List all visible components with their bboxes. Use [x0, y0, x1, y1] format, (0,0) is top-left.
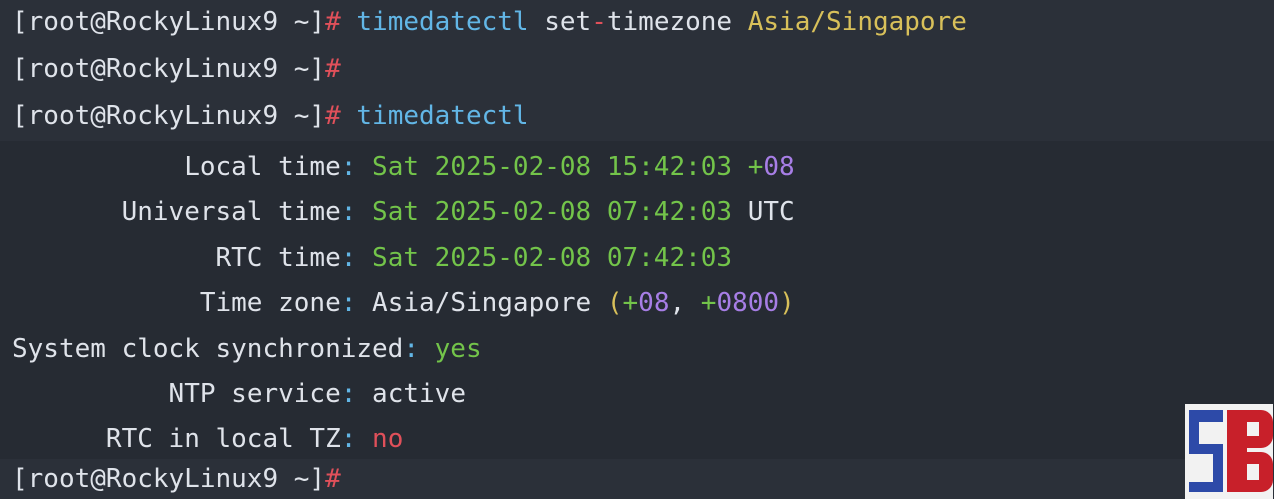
- field-date: Sat 2025-02-08 07:42:03: [372, 197, 733, 227]
- output-time-zone: Time zone: Asia/Singapore (+08, +0800): [12, 283, 795, 323]
- output-universal-time: Universal time: Sat 2025-02-08 07:42:03 …: [12, 192, 795, 232]
- field-label: System clock synchronized: [12, 334, 404, 364]
- field-colon: :: [340, 197, 357, 227]
- command-line-2: [root@RockyLinux9 ~]#: [12, 49, 341, 89]
- offset-number: 08: [638, 288, 670, 318]
- field-colon: :: [340, 379, 357, 409]
- output-clock-synchronized: System clock synchronized: yes: [12, 329, 482, 369]
- command-name: timedatectl: [356, 101, 529, 131]
- paren-close: ): [779, 288, 795, 318]
- output-local-time: Local time: Sat 2025-02-08 15:42:03 +08: [12, 147, 795, 187]
- field-colon: :: [340, 243, 357, 273]
- shell-prompt: [root@RockyLinux9 ~]: [12, 101, 326, 131]
- field-value: no: [372, 424, 404, 454]
- field-label: RTC time: [215, 243, 341, 273]
- field-label: RTC in local TZ: [105, 424, 341, 454]
- field-colon: :: [340, 288, 357, 318]
- field-number: 08: [763, 152, 795, 182]
- output-rtc-local-tz: RTC in local TZ: no: [12, 419, 403, 459]
- command-line-1: [root@RockyLinux9 ~]# timedatectl set-ti…: [12, 2, 967, 42]
- output-ntp-service: NTP service: active: [12, 374, 466, 414]
- paren-open: (: [606, 288, 623, 318]
- field-colon: :: [403, 334, 419, 364]
- shell-prompt: [root@RockyLinux9 ~]: [12, 464, 326, 494]
- terminal-window[interactable]: [root@RockyLinux9 ~]# timedatectl set-ti…: [0, 0, 1274, 499]
- field-zone: Asia/Singapore: [372, 288, 592, 318]
- command-line-current[interactable]: [root@RockyLinux9 ~]#: [12, 459, 341, 499]
- prompt-hash: #: [325, 54, 341, 84]
- field-label: Local time: [184, 152, 341, 182]
- offset-number: 0800: [716, 288, 780, 318]
- output-rtc-time: RTC time: Sat 2025-02-08 07:42:03: [12, 238, 733, 278]
- field-value: yes: [434, 334, 482, 364]
- watermark-logo-icon: [1185, 404, 1273, 499]
- offset-sign: +: [700, 288, 717, 318]
- field-date: Sat 2025-02-08 07:42:03: [372, 243, 733, 273]
- prompt-hash: #: [325, 464, 341, 494]
- subcommand-set: set: [544, 7, 592, 37]
- shell-prompt: [root@RockyLinux9 ~]: [12, 7, 326, 37]
- command-line-3: [root@RockyLinux9 ~]# timedatectl: [12, 96, 529, 136]
- field-label: NTP service: [168, 379, 341, 409]
- field-label: Universal time: [121, 197, 341, 227]
- field-value: active: [372, 379, 466, 409]
- offset-sign: +: [622, 288, 639, 318]
- field-date: Sat 2025-02-08 15:42:03: [372, 152, 733, 182]
- field-label: Time zone: [199, 288, 341, 318]
- prompt-hash: #: [325, 101, 341, 131]
- subcommand-timezone: timezone: [606, 7, 733, 37]
- field-suffix: UTC: [747, 197, 795, 227]
- comma: ,: [669, 288, 686, 318]
- command-name: timedatectl: [356, 7, 529, 37]
- field-colon: :: [340, 424, 357, 454]
- field-colon: :: [340, 152, 357, 182]
- subcommand-dash: -: [591, 7, 607, 37]
- field-sign: +: [747, 152, 764, 182]
- shell-prompt: [root@RockyLinux9 ~]: [12, 54, 326, 84]
- command-argument: Asia/Singapore: [747, 7, 967, 37]
- prompt-hash: #: [325, 7, 341, 37]
